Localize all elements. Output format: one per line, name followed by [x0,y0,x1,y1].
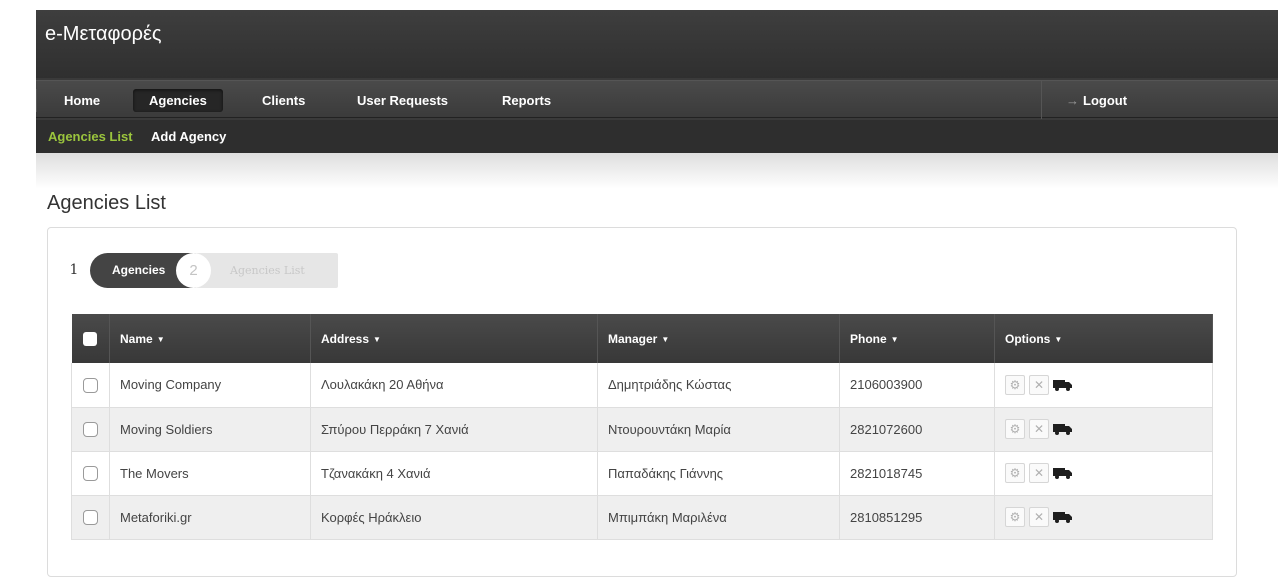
app-title[interactable]: e-Μεταφορές [45,23,162,46]
table-row: Moving Soldiers Σπύρου Περράκη 7 Χανιά Ν… [71,407,1213,452]
truck-icon[interactable] [1053,378,1073,392]
logout-label: Logout [1083,93,1128,108]
cell-phone: 2106003900 [839,363,995,408]
cell-name: Metaforiki.gr [109,495,311,540]
cell-phone: 2821018745 [839,451,995,496]
column-header-label: Phone [850,331,887,346]
cell-phone: 2810851295 [839,495,995,540]
row-select-cell [71,363,110,408]
main-nav: Home Agencies Clients User Requests Repo… [36,80,1278,119]
cell-address: Τζανακάκη 4 Χανιά [310,451,598,496]
wizard-steps: Agencies List Agencies 2 1 [58,253,338,288]
row-checkbox[interactable] [83,377,98,393]
cell-phone: 2821072600 [839,407,995,452]
logout-arrow-icon: → [1066,93,1079,108]
column-header-phone[interactable]: Phone ▼ [839,314,995,363]
truck-icon[interactable] [1053,422,1073,436]
gear-icon[interactable]: ⚙ [1005,419,1025,439]
page-title: Agencies List [47,192,166,214]
sort-caret-icon: ▼ [1054,334,1063,344]
truck-icon[interactable] [1053,510,1073,524]
row-checkbox[interactable] [83,510,98,526]
table-row: Moving Company Λουλακάκη 20 Αθήνα Δημητρ… [71,363,1213,408]
gear-icon[interactable]: ⚙ [1005,374,1025,395]
table-row: The Movers Τζανακάκη 4 Χανιά Παπαδάκης Γ… [71,451,1213,496]
select-all-checkbox[interactable] [83,331,98,346]
header-shadow [36,153,1278,189]
sort-caret-icon: ▼ [156,334,165,344]
sort-caret-icon: ▼ [661,334,670,344]
column-header-name[interactable]: Name ▼ [109,314,311,363]
close-icon[interactable]: ✕ [1029,419,1049,439]
column-header-options[interactable]: Options ▼ [994,314,1213,363]
nav-item-user-requests[interactable]: User Requests [341,89,464,112]
nav-item-clients[interactable]: Clients [246,89,321,112]
close-icon[interactable]: ✕ [1029,463,1049,483]
gear-icon[interactable]: ⚙ [1005,507,1025,527]
truck-icon[interactable] [1053,466,1073,480]
sort-caret-icon: ▼ [373,334,381,344]
cell-options: ⚙ ✕ [994,407,1213,452]
nav-item-reports[interactable]: Reports [486,89,567,112]
gear-icon[interactable]: ⚙ [1005,463,1025,483]
row-select-cell [71,495,110,540]
column-header-label: Name [120,331,153,346]
cell-address: Σπύρου Περράκη 7 Χανιά [310,407,598,452]
row-checkbox[interactable] [83,422,98,438]
wizard-step-2-label: Agencies List [230,264,305,277]
column-header-label: Manager [608,331,658,346]
sub-nav: Agencies List Add Agency [36,120,1278,153]
nav-item-home[interactable]: Home [48,89,116,112]
logout-link[interactable]: → Logout [1054,89,1127,112]
wizard-step-1-number: 1 [69,262,79,278]
nav-item-agencies[interactable]: Agencies [133,89,223,112]
cell-manager: Ντουρουντάκη Μαρία [597,407,840,452]
cell-options: ⚙ ✕ [994,451,1213,496]
cell-options: ⚙ ✕ [994,495,1213,540]
wizard-step-2-number: 2 [176,253,211,288]
cell-name: Moving Soldiers [109,407,311,452]
column-header-manager[interactable]: Manager ▼ [597,314,840,363]
brand-bar: e-Μεταφορές [36,10,1278,78]
subnav-agencies-list[interactable]: Agencies List [48,129,133,144]
table-header-row: Name ▼ Address ▼ Manager ▼ Phone ▼ Options ▼ [71,314,1213,363]
sort-caret-icon: ▼ [890,334,899,344]
table-row: Metaforiki.gr Κορφές Ηράκλειο Μπιμπάκη Μ… [71,495,1213,540]
cell-manager: Παπαδάκης Γιάννης [597,451,840,496]
wizard-step-1-label: Agencies [112,263,166,277]
row-select-cell [71,407,110,452]
cell-name: The Movers [109,451,311,496]
cell-manager: Δημητριάδης Κώστας [597,363,840,408]
row-select-cell [71,451,110,496]
logout-divider [1041,81,1042,119]
column-header-label: Options [1005,331,1051,346]
cell-address: Λουλακάκη 20 Αθήνα [310,363,598,408]
agencies-table: Name ▼ Address ▼ Manager ▼ Phone ▼ Options ▼ … [71,314,1213,540]
cell-options: ⚙ ✕ [994,363,1213,408]
column-header-address[interactable]: Address ▼ [310,314,598,363]
row-checkbox[interactable] [83,466,98,482]
cell-name: Moving Company [109,363,311,408]
subnav-add-agency[interactable]: Add Agency [151,129,226,144]
close-icon[interactable]: ✕ [1029,374,1049,395]
nav-divider [36,89,37,112]
select-all-header[interactable] [71,314,110,363]
cell-manager: Μπιμπάκη Μαριλένα [597,495,840,540]
cell-address: Κορφές Ηράκλειο [310,495,598,540]
close-icon[interactable]: ✕ [1029,507,1049,527]
column-header-label: Address [321,331,370,346]
app-header: e-Μεταφορές Home Agencies Clients User R… [36,10,1278,153]
